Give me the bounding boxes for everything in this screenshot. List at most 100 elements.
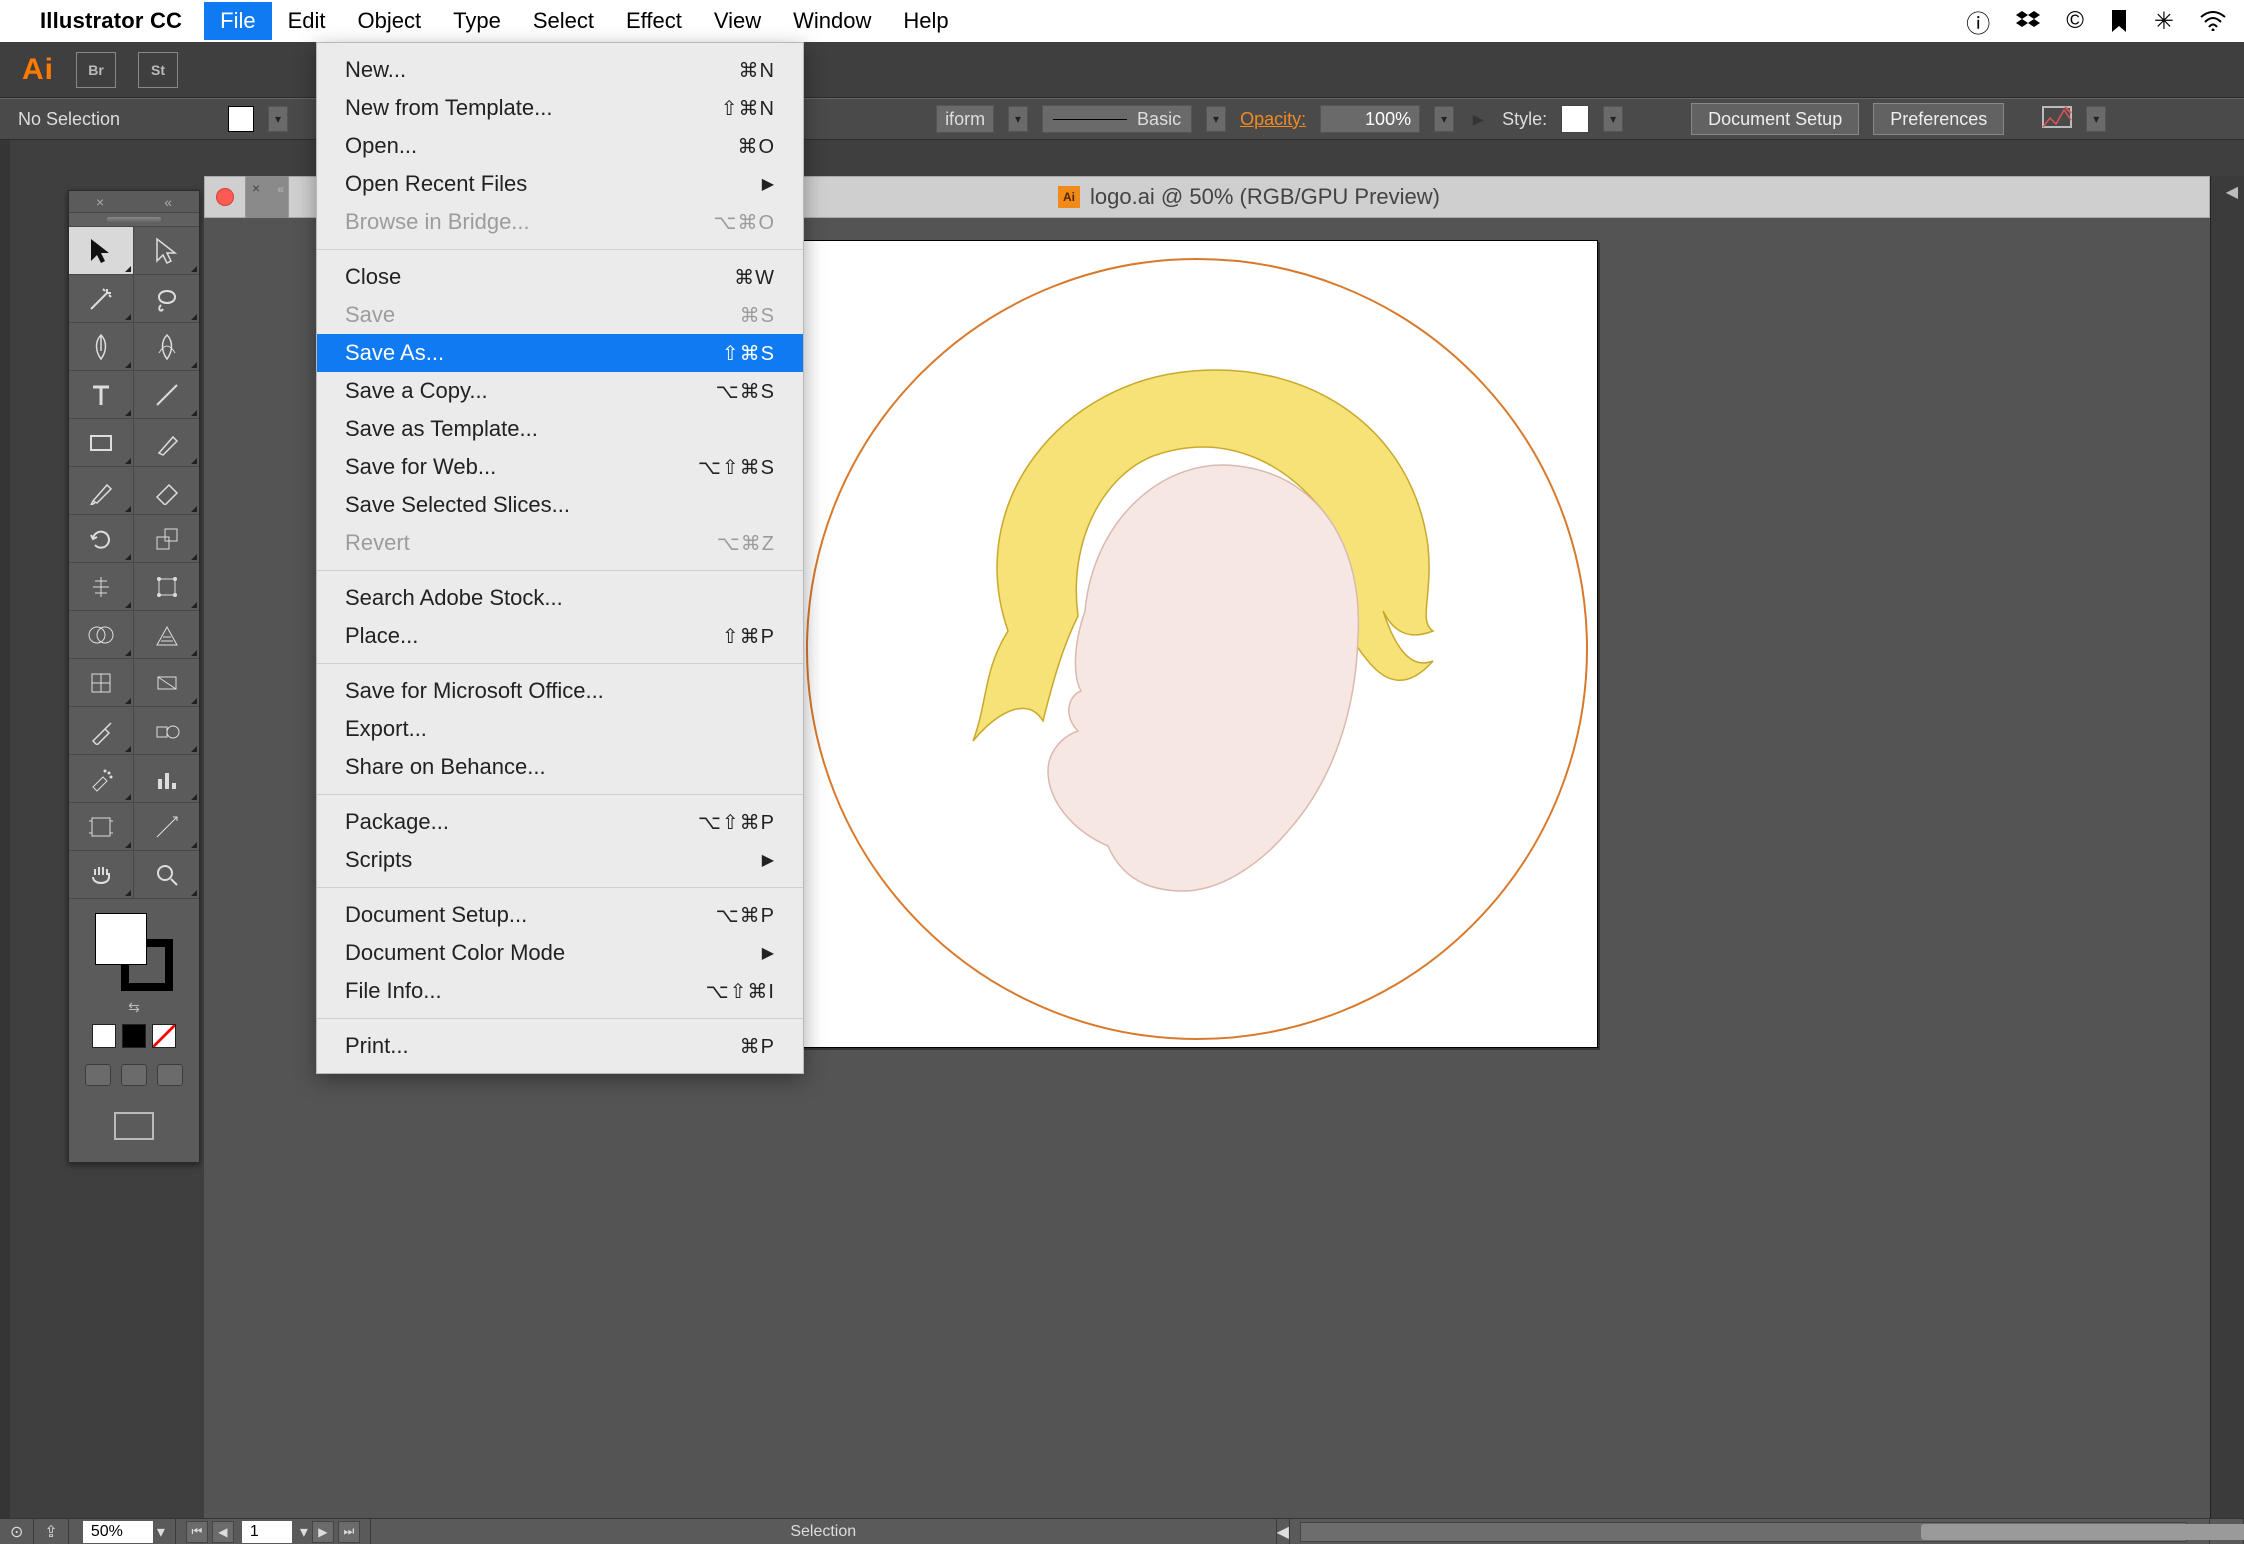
tool-free-transform[interactable]: [134, 563, 199, 611]
draw-normal[interactable]: [85, 1064, 111, 1086]
fill-color[interactable]: [95, 913, 147, 965]
menu-view[interactable]: View: [698, 2, 777, 40]
tool-pencil[interactable]: [69, 467, 134, 515]
hscrollbar[interactable]: [1300, 1522, 2187, 1542]
tool-lasso[interactable]: [134, 275, 199, 323]
color-mode-gradient[interactable]: [122, 1024, 146, 1048]
gpu-icon[interactable]: ⊙: [0, 1519, 34, 1544]
menu-effect[interactable]: Effect: [610, 2, 698, 40]
color-mode-solid[interactable]: [92, 1024, 116, 1048]
file-menu-save-for-microsoft-office[interactable]: Save for Microsoft Office...: [317, 672, 803, 710]
file-menu-close[interactable]: Close⌘W: [317, 258, 803, 296]
menu-file[interactable]: File: [204, 2, 271, 40]
plot-dropdown[interactable]: ▾: [2086, 106, 2106, 132]
tool-curvature[interactable]: [134, 323, 199, 371]
swap-fill-stroke-icon[interactable]: ⇆: [128, 999, 140, 1016]
file-menu-new[interactable]: New...⌘N: [317, 51, 803, 89]
file-menu-package[interactable]: Package...⌥⇧⌘P: [317, 803, 803, 841]
tool-blend[interactable]: [134, 707, 199, 755]
menu-window[interactable]: Window: [777, 2, 887, 40]
iform-field[interactable]: iform: [936, 105, 994, 133]
app-name[interactable]: Illustrator CC: [40, 8, 182, 34]
hscroll-thumb[interactable]: [1921, 1524, 2244, 1540]
fill-stroke-control[interactable]: [95, 913, 173, 991]
preferences-button[interactable]: Preferences: [1873, 103, 2004, 135]
tool-rectangle[interactable]: [69, 419, 134, 467]
artboard-prev[interactable]: ◀: [212, 1521, 234, 1543]
file-menu-save-a-copy[interactable]: Save a Copy...⌥⌘S: [317, 372, 803, 410]
tool-pen[interactable]: [69, 323, 134, 371]
opacity-dropdown[interactable]: ▾: [1434, 106, 1454, 132]
file-menu-print[interactable]: Print...⌘P: [317, 1027, 803, 1065]
file-menu-scripts[interactable]: Scripts▶: [317, 841, 803, 879]
artboard-last[interactable]: ⏭: [338, 1521, 360, 1543]
opacity-label[interactable]: Opacity:: [1240, 109, 1306, 130]
file-menu-dropdown[interactable]: New...⌘NNew from Template...⇧⌘NOpen...⌘O…: [316, 42, 804, 1074]
zoom-dropdown[interactable]: ▾: [157, 1522, 165, 1542]
cc-icon[interactable]: ©: [2066, 7, 2084, 35]
artboard[interactable]: [792, 240, 1598, 1048]
app-chip-st[interactable]: St: [138, 52, 178, 88]
tool-artboard[interactable]: [69, 803, 134, 851]
style-dropdown[interactable]: ▾: [1603, 106, 1623, 132]
tool-eyedropper[interactable]: [69, 707, 134, 755]
color-mode-none[interactable]: [152, 1024, 176, 1048]
brush-dropdown[interactable]: ▾: [1206, 106, 1226, 132]
plot-icon[interactable]: [2042, 106, 2072, 133]
tool-rotate[interactable]: [69, 515, 134, 563]
left-panel-nub[interactable]: [0, 140, 10, 1518]
artboard-dropdown[interactable]: ▾: [300, 1522, 308, 1542]
tab-gutter[interactable]: ×«: [245, 176, 289, 218]
ai-logo[interactable]: Ai: [22, 53, 54, 87]
draw-inside[interactable]: [157, 1064, 183, 1086]
tool-shape-builder[interactable]: [69, 611, 134, 659]
file-menu-save-selected-slices[interactable]: Save Selected Slices...: [317, 486, 803, 524]
tool-width[interactable]: [69, 563, 134, 611]
menu-edit[interactable]: Edit: [272, 2, 342, 40]
app-chip-br[interactable]: Br: [76, 52, 116, 88]
tool-symbol-sprayer[interactable]: [69, 755, 134, 803]
file-menu-save-for-web[interactable]: Save for Web...⌥⇧⌘S: [317, 448, 803, 486]
file-menu-save-as-template[interactable]: Save as Template...: [317, 410, 803, 448]
menu-select[interactable]: Select: [517, 2, 610, 40]
document-setup-button[interactable]: Document Setup: [1691, 103, 1859, 135]
tool-zoom[interactable]: [134, 851, 199, 899]
tool-gradient[interactable]: [134, 659, 199, 707]
tool-magic-wand[interactable]: [69, 275, 134, 323]
tool-column-graph[interactable]: [134, 755, 199, 803]
tool-hand[interactable]: [69, 851, 134, 899]
menu-help[interactable]: Help: [887, 2, 964, 40]
artboard-number[interactable]: 1: [242, 1521, 292, 1543]
info-icon[interactable]: ⓘ: [1966, 4, 1990, 39]
menu-object[interactable]: Object: [342, 2, 438, 40]
artboard-next[interactable]: ▶: [312, 1521, 334, 1543]
opacity-input[interactable]: 100%: [1320, 105, 1420, 133]
window-close[interactable]: [205, 177, 245, 217]
file-menu-share-on-behance[interactable]: Share on Behance...: [317, 748, 803, 786]
screen-mode[interactable]: [114, 1112, 154, 1140]
style-swatch[interactable]: [1561, 105, 1589, 133]
hscroll-left[interactable]: ◀: [1277, 1519, 1290, 1544]
fill-swatch[interactable]: [228, 106, 254, 132]
tools-grip[interactable]: [69, 213, 199, 227]
tool-line-segment[interactable]: [134, 371, 199, 419]
dropbox-icon[interactable]: [2016, 9, 2040, 33]
tool-mesh[interactable]: [69, 659, 134, 707]
tool-scale[interactable]: [134, 515, 199, 563]
file-menu-file-info[interactable]: File Info...⌥⇧⌘I: [317, 972, 803, 1010]
tool-eraser[interactable]: [134, 467, 199, 515]
file-menu-open-recent-files[interactable]: Open Recent Files▶: [317, 165, 803, 203]
file-menu-document-color-mode[interactable]: Document Color Mode▶: [317, 934, 803, 972]
tool-selection[interactable]: [69, 227, 134, 275]
tool-perspective-grid[interactable]: [134, 611, 199, 659]
right-panel-nub[interactable]: ◀: [2210, 176, 2244, 1518]
share-icon[interactable]: ⇪: [34, 1519, 68, 1544]
file-menu-place[interactable]: Place...⇧⌘P: [317, 617, 803, 655]
sync-icon[interactable]: ✳︎: [2154, 7, 2174, 36]
bookmark-icon[interactable]: [2110, 10, 2128, 32]
file-menu-save-as[interactable]: Save As...⇧⌘S: [317, 334, 803, 372]
file-menu-open[interactable]: Open...⌘O: [317, 127, 803, 165]
tool-paintbrush[interactable]: [134, 419, 199, 467]
tool-direct-selection[interactable]: [134, 227, 199, 275]
tool-type[interactable]: [69, 371, 134, 419]
